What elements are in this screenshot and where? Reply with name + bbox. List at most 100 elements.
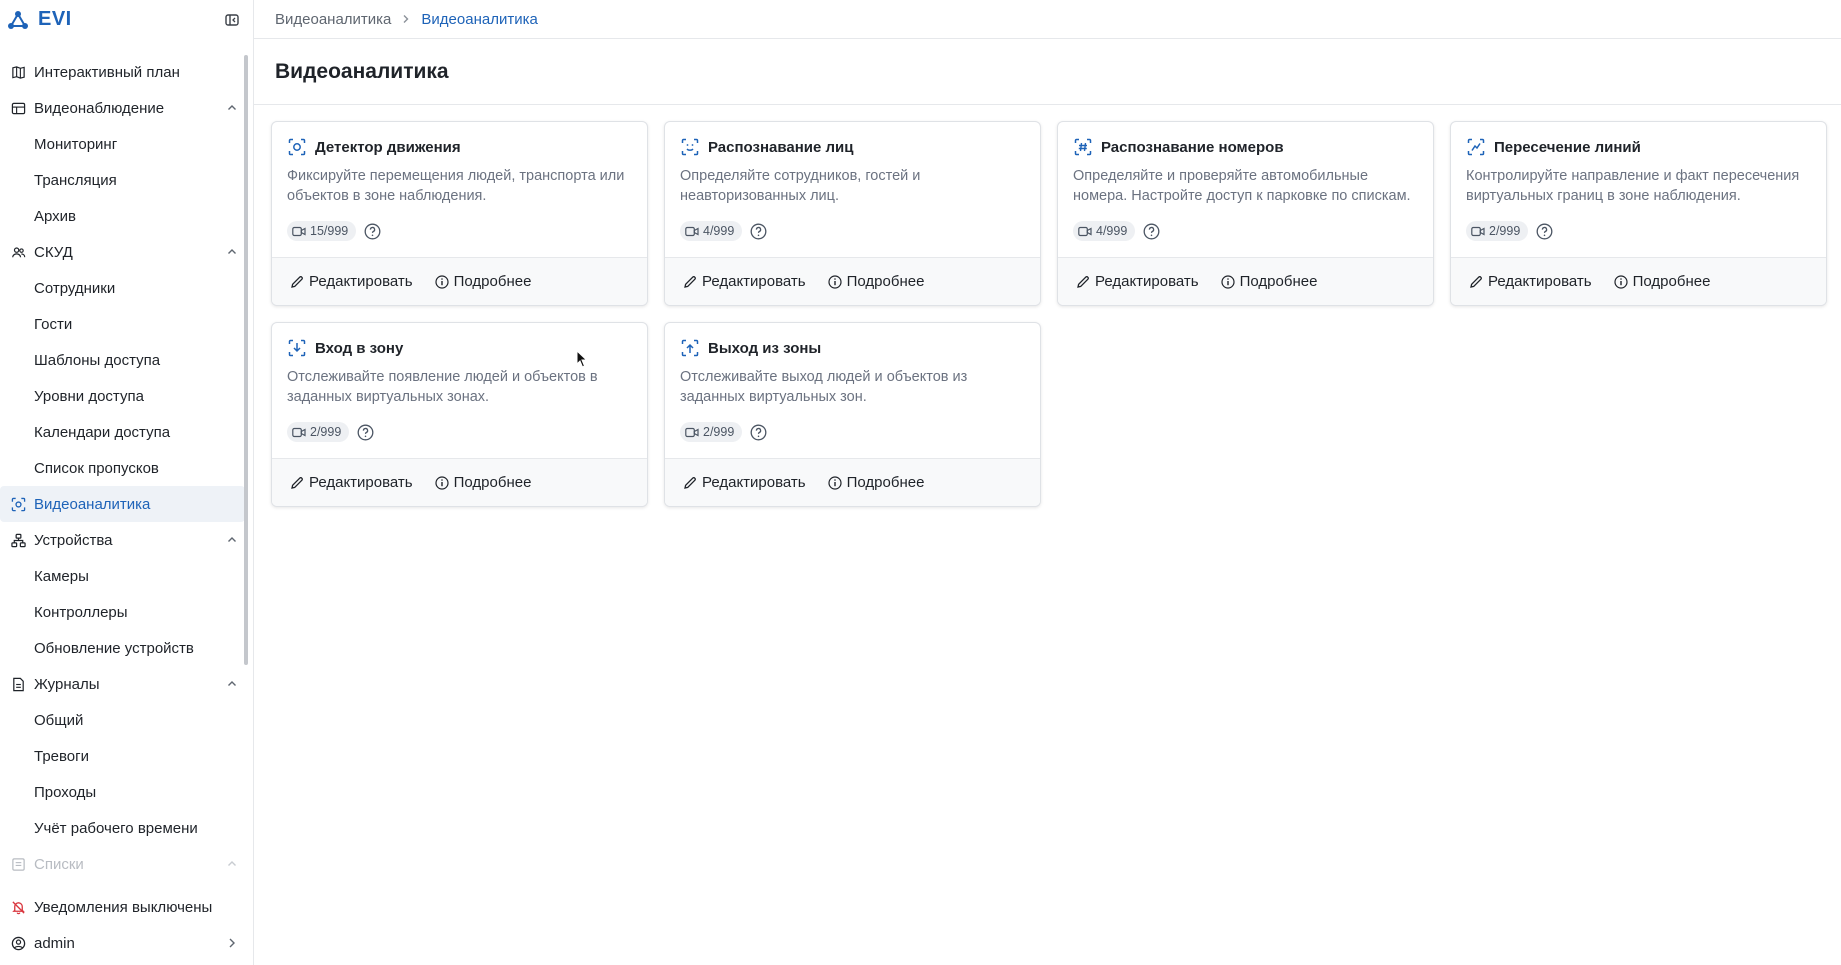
card-body: Распознавание номеров Определяйте и прове…	[1058, 122, 1433, 257]
edit-label: Редактировать	[309, 474, 413, 491]
sidebar-item-2-2[interactable]: Шаблоны доступа	[0, 342, 253, 378]
details-button[interactable]: Подробнее	[828, 273, 924, 290]
notifications-toggle[interactable]: Уведомления выключены	[0, 889, 253, 925]
users-icon	[10, 244, 26, 260]
camera-count-badge: 2/999	[1466, 221, 1529, 241]
card-footer: Редактировать Подробнее	[1451, 257, 1826, 305]
details-button[interactable]: Подробнее	[1221, 273, 1317, 290]
sidebar-item-5-2[interactable]: Проходы	[0, 774, 253, 810]
motion-detect-icon	[287, 137, 307, 157]
edit-label: Редактировать	[1488, 273, 1592, 290]
info-icon	[1614, 274, 1628, 289]
camera-count-badge: 15/999	[287, 221, 357, 241]
sidebar-item-1-1[interactable]: Трансляция	[0, 162, 253, 198]
edit-button[interactable]: Редактировать	[1469, 273, 1592, 290]
pencil-icon	[683, 476, 697, 490]
video-camera-icon	[1078, 226, 1092, 237]
sidebar-section-2[interactable]: СКУД	[0, 234, 253, 270]
sidebar-section-label: Видеонаблюдение	[34, 99, 165, 117]
analytics-card: Распознавание номеров Определяйте и прове…	[1057, 121, 1434, 306]
camera-count-badge: 2/999	[287, 422, 350, 442]
details-button[interactable]: Подробнее	[1614, 273, 1710, 290]
help-circle-icon[interactable]	[749, 423, 767, 441]
collapse-sidebar-icon[interactable]	[221, 9, 243, 31]
sidebar-item-2-1[interactable]: Гости	[0, 306, 253, 342]
sidebar-item-1-2[interactable]: Архив	[0, 198, 253, 234]
breadcrumb-current: Видеоаналитика	[421, 10, 538, 28]
edit-button[interactable]: Редактировать	[290, 273, 413, 290]
sidebar-section-5[interactable]: Журналы	[0, 666, 253, 702]
sidebar-item-2-5[interactable]: Список пропусков	[0, 450, 253, 486]
card-description: Фиксируйте перемещения людей, транспорта…	[287, 168, 625, 204]
devices-icon	[10, 532, 26, 548]
details-label: Подробнее	[453, 273, 532, 290]
sidebar-footer: Уведомления выключены admin	[0, 889, 253, 965]
help-circle-icon[interactable]	[1142, 222, 1160, 240]
zone-exit-icon	[680, 338, 700, 358]
sidebar-section-label: Журналы	[34, 675, 100, 693]
card-meta: 2/999	[680, 422, 1025, 442]
card-footer: Редактировать Подробнее	[665, 257, 1040, 305]
sidebar-item-2-0[interactable]: Сотрудники	[0, 270, 253, 306]
help-circle-icon[interactable]	[363, 222, 381, 240]
sidebar-section-3[interactable]: Видеоаналитика	[0, 486, 245, 522]
edit-button[interactable]: Редактировать	[290, 474, 413, 491]
brand: EVI	[0, 0, 253, 39]
chevron-up-icon	[225, 101, 239, 115]
breadcrumb: Видеоаналитика Видеоаналитика	[254, 0, 1841, 39]
chevron-up-icon	[225, 677, 239, 691]
sidebar-item-5-1[interactable]: Тревоги	[0, 738, 253, 774]
evi-logo-icon[interactable]	[6, 8, 30, 32]
card-body: Распознавание лиц Определяйте сотрудников…	[665, 122, 1040, 257]
card-body: Выход из зоны Отслеживайте выход людей и …	[665, 323, 1040, 458]
sidebar-section-0[interactable]: Интерактивный план	[0, 54, 253, 90]
details-button[interactable]: Подробнее	[435, 474, 532, 491]
sidebar-item-4-1[interactable]: Контроллеры	[0, 594, 253, 630]
edit-label: Редактировать	[309, 273, 413, 290]
details-button[interactable]: Подробнее	[828, 474, 924, 491]
sidebar-item-1-0[interactable]: Мониторинг	[0, 126, 253, 162]
sidebar-section-4[interactable]: Устройства	[0, 522, 253, 558]
edit-label: Редактировать	[702, 273, 806, 290]
info-icon	[828, 475, 842, 490]
sidebar-section-1[interactable]: Видеонаблюдение	[0, 90, 253, 126]
edit-button[interactable]: Редактировать	[683, 474, 806, 491]
card-footer: Редактировать Подробнее	[665, 458, 1040, 506]
sidebar-item-5-3[interactable]: Учёт рабочего времени	[0, 810, 253, 846]
sidebar-scrollbar[interactable]	[244, 55, 248, 665]
camera-count-badge: 4/999	[680, 221, 743, 241]
camera-count-badge: 2/999	[680, 422, 743, 442]
list-icon	[10, 856, 26, 872]
edit-button[interactable]: Редактировать	[683, 273, 806, 290]
user-menu[interactable]: admin	[0, 925, 253, 961]
sidebar-section-label: Устройства	[34, 531, 113, 549]
card-title: Выход из зоны	[708, 339, 822, 357]
sidebar-section-6[interactable]: Списки	[0, 846, 253, 882]
edit-button[interactable]: Редактировать	[1076, 273, 1199, 290]
card-footer: Редактировать Подробнее	[1058, 257, 1433, 305]
card-header: Распознавание лиц	[680, 137, 1025, 157]
main-content: Видеоаналитика Видеоаналитика Видеоанали…	[254, 0, 1841, 965]
sidebar-item-2-3[interactable]: Уровни доступа	[0, 378, 253, 414]
page-title: Видеоаналитика	[275, 59, 449, 83]
details-button[interactable]: Подробнее	[435, 273, 532, 290]
camera-count: 2/999	[310, 425, 342, 439]
card-meta: 2/999	[287, 422, 632, 442]
camera-count: 2/999	[1489, 224, 1521, 238]
card-title: Распознавание номеров	[1101, 138, 1284, 156]
sidebar-item-4-0[interactable]: Камеры	[0, 558, 253, 594]
help-circle-icon[interactable]	[356, 423, 374, 441]
details-label: Подробнее	[453, 474, 532, 491]
sidebar-item-2-4[interactable]: Календари доступа	[0, 414, 253, 450]
card-title: Распознавание лиц	[708, 138, 854, 156]
sidebar-item-4-2[interactable]: Обновление устройств	[0, 630, 253, 666]
help-circle-icon[interactable]	[1535, 222, 1553, 240]
notifications-label: Уведомления выключены	[34, 898, 213, 916]
breadcrumb-parent[interactable]: Видеоаналитика	[275, 11, 391, 28]
plate-scan-icon	[1073, 137, 1093, 157]
cctv-icon	[10, 100, 26, 116]
pencil-icon	[290, 275, 304, 289]
sidebar-item-5-0[interactable]: Общий	[0, 702, 253, 738]
face-scan-icon	[680, 137, 700, 157]
help-circle-icon[interactable]	[749, 222, 767, 240]
